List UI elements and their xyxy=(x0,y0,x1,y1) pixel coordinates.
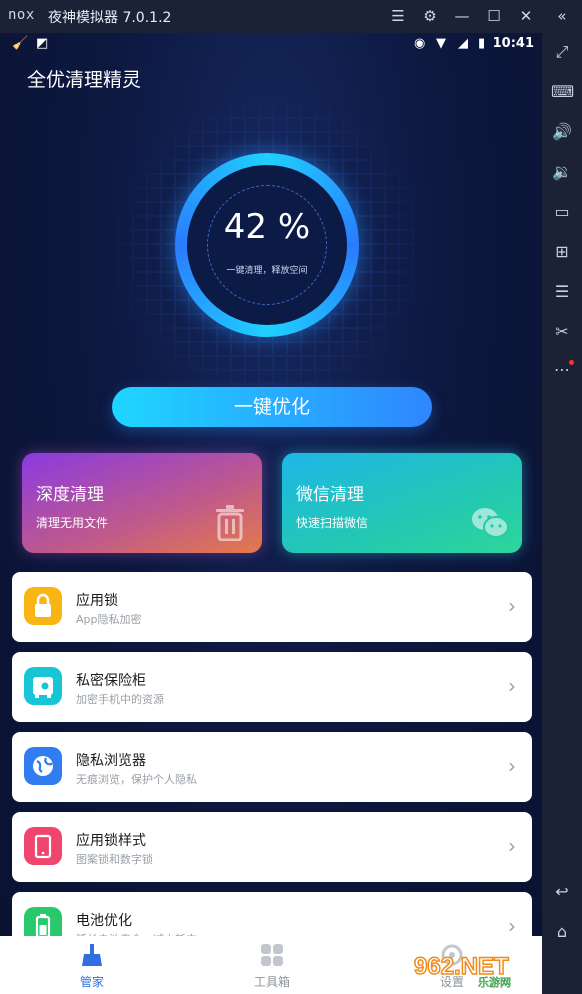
broom-icon xyxy=(82,944,102,966)
safe-icon xyxy=(24,667,62,705)
location-icon: ◉ xyxy=(414,36,426,51)
signal-icon: ◢ xyxy=(458,36,468,51)
chevron-right-icon: › xyxy=(508,674,516,698)
optimize-button[interactable]: 一键优化 xyxy=(112,387,432,427)
wechat-icon xyxy=(472,508,509,538)
app-title: 全优清理精灵 xyxy=(27,69,142,91)
nav-label: 工具箱 xyxy=(253,975,290,989)
row-title: 隐私浏览器 xyxy=(76,753,146,769)
row-private-vault[interactable]: 私密保险柜 加密手机中的资源 › xyxy=(12,652,532,722)
row-app-lock[interactable]: 应用锁 App隐私加密 › xyxy=(12,572,532,642)
screenshot-icon[interactable]: ▭ xyxy=(551,201,573,223)
fullscreen-icon[interactable]: ⤢ xyxy=(551,41,573,63)
status-bar: 🧹 ◩ ◉ ▼ ◢ ▮ 10:41 xyxy=(0,33,542,57)
notification-dot xyxy=(569,360,574,365)
chevron-right-icon: › xyxy=(508,834,516,858)
row-subtitle: 图案锁和数字锁 xyxy=(76,853,153,866)
scissors-icon[interactable]: ✂ xyxy=(551,321,573,343)
battery-status-icon: ▮ xyxy=(478,36,486,51)
row-subtitle: App隐私加密 xyxy=(76,613,142,626)
site-watermark-logo: 962.NET 乐游网 xyxy=(413,952,511,988)
globe-icon xyxy=(24,747,62,785)
card-title: 微信清理 xyxy=(296,485,364,505)
nav-home[interactable]: 管家 xyxy=(32,942,152,990)
deep-clean-card[interactable]: 深度清理 清理无用文件 xyxy=(22,453,262,553)
multi-instance-icon[interactable]: ☰ xyxy=(551,281,573,303)
row-lock-style[interactable]: 应用锁样式 图案锁和数字锁 › xyxy=(12,812,532,882)
row-title: 私密保险柜 xyxy=(76,673,146,689)
phone-screen: 🧹 ◩ ◉ ▼ ◢ ▮ 10:41 全优清理精灵 42 % 一键清理，释放空间 … xyxy=(0,33,542,994)
volume-up-icon[interactable]: 🔊 xyxy=(551,121,573,143)
collapse-icon[interactable]: « xyxy=(552,6,572,26)
row-subtitle: 无痕浏览，保护个人隐私 xyxy=(76,773,197,786)
nox-logo: nox xyxy=(8,7,35,23)
row-title: 电池优化 xyxy=(76,913,132,929)
menu-icon[interactable]: ☰ xyxy=(388,6,408,26)
card-subtitle: 清理无用文件 xyxy=(36,516,109,530)
keyboard-icon[interactable]: ⌨ xyxy=(551,81,574,103)
app-notify-icon: ◩ xyxy=(36,36,49,51)
phone-style-icon xyxy=(24,827,62,865)
progress-ring[interactable]: 42 % 一键清理，释放空间 xyxy=(175,153,359,337)
row-private-browser[interactable]: 隐私浏览器 无痕浏览，保护个人隐私 › xyxy=(12,732,532,802)
wechat-clean-card[interactable]: 微信清理 快速扫描微信 xyxy=(282,453,522,553)
chevron-right-icon: › xyxy=(508,914,516,938)
cleaner-notify-icon: 🧹 xyxy=(12,36,29,51)
toolbox-icon xyxy=(261,944,283,966)
minimize-icon[interactable]: — xyxy=(452,6,472,26)
row-subtitle: 加密手机中的资源 xyxy=(76,693,164,706)
row-title: 应用锁样式 xyxy=(76,833,146,849)
lock-icon xyxy=(24,587,62,625)
chevron-right-icon: › xyxy=(508,594,516,618)
card-subtitle: 快速扫描微信 xyxy=(296,516,369,530)
percent-value: 42 % xyxy=(223,207,311,247)
nav-toolbox[interactable]: 工具箱 xyxy=(212,942,332,990)
window-title: 夜神模拟器 7.0.1.2 xyxy=(48,10,172,26)
ring-subtitle: 一键清理，释放空间 xyxy=(226,266,308,276)
wifi-icon: ▼ xyxy=(436,36,446,51)
back-icon[interactable]: ↩ xyxy=(551,881,573,903)
emulator-toolbar: ⤢ ⌨ 🔊 🔉 ▭ ⊞ ☰ ✂ ⋯ ↩ ⌂ xyxy=(542,33,582,994)
maximize-icon[interactable]: ☐ xyxy=(484,6,504,26)
nav-label: 管家 xyxy=(79,975,104,989)
close-icon[interactable]: ✕ xyxy=(516,6,536,26)
trash-icon xyxy=(216,505,244,541)
home-icon[interactable]: ⌂ xyxy=(551,921,573,943)
status-time: 10:41 xyxy=(492,36,534,51)
emulator-titlebar: nox 夜神模拟器 7.0.1.2 ☰ ⚙ — ☐ ✕ « xyxy=(0,0,582,33)
settings-icon[interactable]: ⚙ xyxy=(420,6,440,26)
volume-down-icon[interactable]: 🔉 xyxy=(551,161,573,183)
chevron-right-icon: › xyxy=(508,754,516,778)
apk-install-icon[interactable]: ⊞ xyxy=(551,241,573,263)
svg-text:乐游网: 乐游网 xyxy=(478,976,511,988)
card-title: 深度清理 xyxy=(36,485,104,505)
row-title: 应用锁 xyxy=(76,593,118,609)
ring-center: 42 % 一键清理，释放空间 xyxy=(187,165,347,325)
